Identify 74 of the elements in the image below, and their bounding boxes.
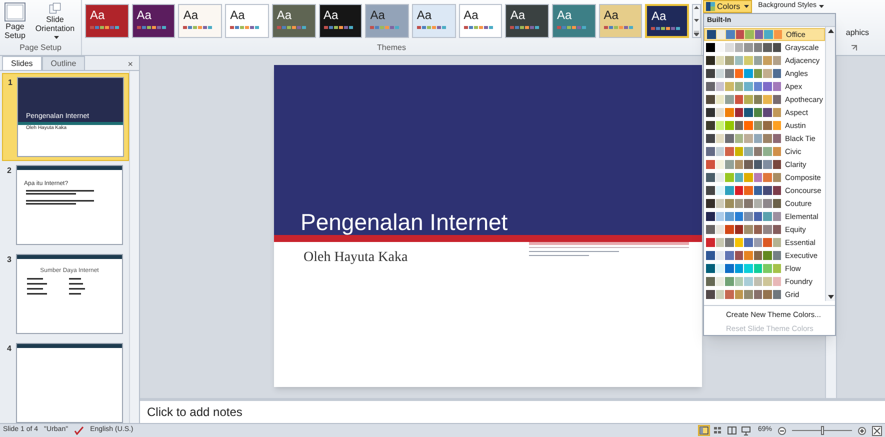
slide-number: 2 [6,165,12,177]
theme-sample-text: Aa [651,8,668,24]
slide-title[interactable]: Pengenalan Internet [300,209,508,235]
theme-thumbnail[interactable]: Aa [505,4,550,38]
theme-sample-text: Aa [90,7,106,23]
theme-sample-text: Aa [604,7,620,23]
theme-thumbnail[interactable]: Aa [225,4,269,38]
theme-sample-text: Aa [183,7,200,23]
dialog-launcher-icon[interactable] [851,45,857,51]
accent-dots-icon [651,27,682,30]
theme-thumbnail[interactable]: Aa [365,4,409,38]
zoom-out-icon[interactable] [778,426,786,434]
caret-icon [744,5,750,8]
accent-dots-icon [370,26,400,29]
pane-tab[interactable]: Slides [2,56,42,70]
projector-icon[interactable] [740,425,752,436]
theme-sample-text: Aa [557,7,573,23]
theme-sample-text: Aa [230,7,246,23]
accent-dots-icon [324,26,354,29]
theme-thumbnail[interactable]: Aa [318,4,362,38]
theme-thumbnail[interactable]: Aa [552,4,596,38]
palette-icon [706,2,715,11]
theme-sample-text: Aa [416,7,433,23]
ribbon-button[interactable]: Page Setup [2,2,28,42]
notes-field[interactable]: Click to add notes [140,398,885,423]
accent-dots-icon [416,26,447,29]
zoom-in-icon[interactable] [858,426,866,434]
accent-dots-icon [276,26,307,29]
accent-dots-icon [136,26,167,29]
slide-canvas[interactable]: Pengenalan Internet Oleh Hayuta Kaka [274,65,702,387]
theme-sample-text: Aa [276,7,292,23]
slide-thumbnail-row[interactable]: 4 [2,340,129,423]
spelling-check-icon[interactable] [74,426,84,435]
accent-dots-icon [604,26,634,29]
slide-number: 3 [6,254,12,266]
theme-thumbnail[interactable]: Aa [412,4,456,38]
group-label: Themes [376,42,407,54]
menu-scroll-bar[interactable] [825,27,835,301]
theme-thumbnail[interactable]: Aa [645,4,690,38]
accent-dots-icon [464,26,494,29]
theme-thumbnail[interactable]: Aa [458,4,502,38]
slide-thumbnail[interactable] [16,343,123,423]
book-view-icon[interactable] [726,425,738,436]
group-label: Page Setup [18,42,62,54]
accent-dots-icon [557,26,588,29]
theme-sample-text: Aa [464,7,480,23]
theme-thumbnail[interactable]: Aa [178,4,222,38]
caret-icon [818,5,824,8]
theme-sample-text: Aa [510,7,526,23]
fit-to-window-icon[interactable] [872,426,882,436]
theme-thumbnail[interactable]: Aa [598,4,642,38]
theme-sample-text: Aa [370,7,386,23]
accent-dots-icon [183,26,214,29]
accent-dots-icon [510,26,540,29]
theme-sample-text: Aa [324,7,340,23]
theme-thumbnail[interactable]: Aa [272,4,316,38]
theme-thumbnail[interactable]: Aa [85,4,129,38]
close-button[interactable]: × [128,58,139,70]
pane-tab[interactable]: Outline [42,56,86,70]
hide-graphics-label[interactable]: aphics [846,27,869,39]
zoom-slider-thumb[interactable] [820,426,824,435]
normal-view-icon[interactable] [698,425,710,436]
theme-sample-text: Aa [136,7,152,23]
accent-dots-icon [90,26,120,29]
slide-number: 1 [7,77,14,89]
accent-dots-icon [230,26,260,29]
colors-button[interactable]: Colors [703,0,752,13]
slide-subtitle[interactable]: Oleh Hayuta Kaka [274,242,524,268]
ribbon-button[interactable]: Slide Orientation [32,2,78,42]
grid-view-icon[interactable] [712,425,724,436]
gallery-scroll-buttons[interactable] [692,4,702,38]
scroll-bar[interactable] [129,71,139,423]
theme-thumbnail[interactable]: Aa [132,4,176,38]
slide-number: 4 [6,343,12,355]
